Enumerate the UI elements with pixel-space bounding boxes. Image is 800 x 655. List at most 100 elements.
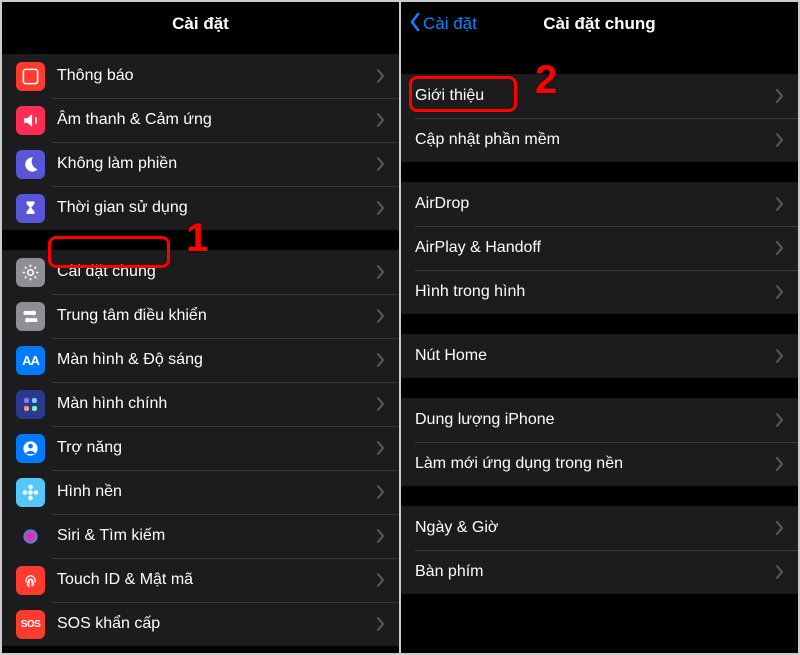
chevron-right-icon [776, 241, 784, 255]
row-label: Thời gian sử dụng [57, 199, 377, 217]
row-screentime[interactable]: Thời gian sử dụng [2, 186, 399, 230]
row-label: Giới thiệu [415, 87, 776, 105]
row-airplay[interactable]: AirPlay & Handoff [401, 226, 798, 270]
row-wallpaper[interactable]: Hình nền [2, 470, 399, 514]
flower-icon [16, 478, 45, 507]
row-dnd[interactable]: Không làm phiền [2, 142, 399, 186]
left-body: Thông báo Âm thanh & Cảm ứng Không làm phi… [2, 54, 399, 646]
row-bgapp[interactable]: Làm mới ứng dụng trong nền [401, 442, 798, 486]
chevron-right-icon [776, 197, 784, 211]
row-label: AirDrop [415, 195, 776, 213]
row-touchid[interactable]: Touch ID & Mật mã [2, 558, 399, 602]
row-sounds[interactable]: Âm thanh & Cảm ứng [2, 98, 399, 142]
row-label: Touch ID & Mật mã [57, 571, 377, 589]
chevron-right-icon [377, 397, 385, 411]
settings-right-pane: Cài đặt Cài đặt chung Giới thiệu Cập nhật… [401, 2, 798, 653]
chevron-right-icon [377, 441, 385, 455]
row-label: Trợ năng [57, 439, 377, 457]
general-group: Nút Home [401, 334, 798, 378]
right-title: Cài đặt chung [543, 14, 655, 34]
row-pip[interactable]: Hình trong hình [401, 270, 798, 314]
row-label: Hình nền [57, 483, 377, 501]
row-label: Trung tâm điều khiển [57, 307, 377, 325]
row-label: SOS khẩn cấp [57, 615, 377, 633]
row-label: Siri & Tìm kiếm [57, 527, 377, 545]
row-datetime[interactable]: Ngày & Giờ [401, 506, 798, 550]
chevron-right-icon [377, 157, 385, 171]
sos-icon: SOS [16, 610, 45, 639]
right-body: Giới thiệu Cập nhật phần mềm AirDrop AirPla… [401, 74, 798, 594]
chevron-right-icon [377, 201, 385, 215]
chevron-right-icon [377, 573, 385, 587]
row-label: Dung lượng iPhone [415, 411, 776, 429]
general-group: AirDrop AirPlay & Handoff Hình trong hình [401, 182, 798, 314]
chevron-right-icon [776, 565, 784, 579]
right-header: Cài đặt Cài đặt chung [401, 2, 798, 46]
gear-icon [16, 258, 45, 287]
general-group: Ngày & Giờ Bàn phím [401, 506, 798, 594]
general-group: Giới thiệu Cập nhật phần mềm [401, 74, 798, 162]
chevron-right-icon [776, 413, 784, 427]
row-label: AirPlay & Handoff [415, 239, 776, 257]
siri-icon [16, 522, 45, 551]
row-label: Làm mới ứng dụng trong nền [415, 455, 776, 473]
chevron-right-icon [377, 353, 385, 367]
row-siri[interactable]: Siri & Tìm kiếm [2, 514, 399, 558]
row-label: Màn hình & Độ sáng [57, 351, 377, 369]
general-group: Dung lượng iPhone Làm mới ứng dụng trong … [401, 398, 798, 486]
row-controlcenter[interactable]: Trung tâm điều khiển [2, 294, 399, 338]
row-keyboard[interactable]: Bàn phím [401, 550, 798, 594]
settings-left-pane: Cài đặt Thông báo Âm thanh & Cảm ứng Không… [2, 2, 399, 653]
sound-icon [16, 106, 45, 135]
chevron-right-icon [377, 265, 385, 279]
person-icon [16, 434, 45, 463]
left-title: Cài đặt [172, 14, 229, 34]
row-label: Cài đặt chung [57, 263, 377, 281]
row-label: Bàn phím [415, 563, 776, 581]
row-homescreen[interactable]: Màn hình chính [2, 382, 399, 426]
chevron-right-icon [377, 113, 385, 127]
chevron-right-icon [776, 285, 784, 299]
chevron-right-icon [776, 521, 784, 535]
row-label: Âm thanh & Cảm ứng [57, 111, 377, 129]
chevron-right-icon [377, 309, 385, 323]
notification-icon [16, 62, 45, 91]
row-notifications[interactable]: Thông báo [2, 54, 399, 98]
back-label: Cài đặt [423, 14, 477, 34]
row-storage[interactable]: Dung lượng iPhone [401, 398, 798, 442]
row-label: Cập nhật phần mềm [415, 131, 776, 149]
chevron-right-icon [377, 529, 385, 543]
chevron-right-icon [776, 457, 784, 471]
settings-group: Cài đặt chung Trung tâm điều khiển AA Màn h… [2, 250, 399, 646]
chevron-right-icon [377, 485, 385, 499]
chevron-right-icon [776, 349, 784, 363]
grid-icon [16, 390, 45, 419]
row-about[interactable]: Giới thiệu [401, 74, 798, 118]
row-accessibility[interactable]: Trợ năng [2, 426, 399, 470]
switches-icon [16, 302, 45, 331]
moon-icon [16, 150, 45, 179]
hourglass-icon [16, 194, 45, 223]
row-label: Màn hình chính [57, 395, 377, 413]
row-software[interactable]: Cập nhật phần mềm [401, 118, 798, 162]
row-label: Hình trong hình [415, 283, 776, 301]
row-label: Nút Home [415, 347, 776, 365]
row-airdrop[interactable]: AirDrop [401, 182, 798, 226]
chevron-right-icon [776, 133, 784, 147]
row-home[interactable]: Nút Home [401, 334, 798, 378]
row-general[interactable]: Cài đặt chung [2, 250, 399, 294]
chevron-right-icon [776, 89, 784, 103]
row-display[interactable]: AA Màn hình & Độ sáng [2, 338, 399, 382]
settings-group: Thông báo Âm thanh & Cảm ứng Không làm phi… [2, 54, 399, 230]
aa-icon: AA [16, 346, 45, 375]
left-header: Cài đặt [2, 2, 399, 46]
chevron-right-icon [377, 69, 385, 83]
chevron-right-icon [377, 617, 385, 631]
fingerprint-icon [16, 566, 45, 595]
back-button[interactable]: Cài đặt [409, 2, 477, 46]
row-label: Ngày & Giờ [415, 519, 776, 537]
row-label: Thông báo [57, 67, 377, 85]
row-sos[interactable]: SOS SOS khẩn cấp [2, 602, 399, 646]
row-label: Không làm phiền [57, 155, 377, 173]
chevron-left-icon [409, 12, 423, 37]
